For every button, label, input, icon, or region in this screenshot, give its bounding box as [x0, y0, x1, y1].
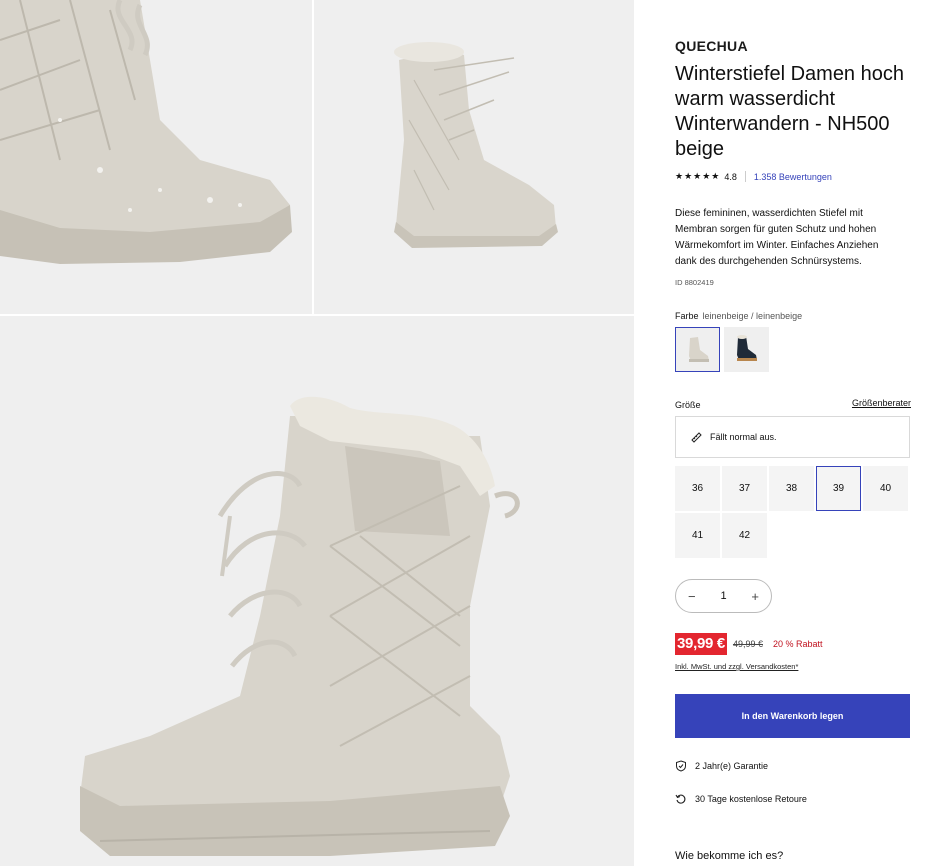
size-option[interactable]: 37	[722, 466, 767, 511]
boot-side-image	[394, 42, 558, 248]
boot-main-image	[80, 396, 520, 856]
size-option[interactable]: 40	[863, 466, 908, 511]
boot-thumbnail-beige	[689, 337, 709, 362]
size-option[interactable]: 38	[769, 466, 814, 511]
size-option-selected[interactable]: 39	[816, 466, 861, 511]
fit-info-box: Fällt normal aus.	[675, 416, 910, 458]
rating-stars-icon: ★★★★★	[675, 171, 721, 181]
size-option[interactable]: 41	[675, 513, 720, 558]
brand-name[interactable]: QUECHUA	[675, 38, 748, 54]
service-returns: 30 Tage kostenlose Retoure	[675, 793, 807, 805]
current-price: 39,99 €	[675, 633, 727, 655]
product-info-panel: QUECHUA Winterstiefel Damen hoch warm wa…	[675, 0, 911, 866]
quantity-value[interactable]: 1	[720, 590, 726, 602]
rating-row: ★★★★★ 4.8 1.358 Bewertungen	[675, 171, 832, 182]
color-swatch-beige[interactable]	[675, 327, 720, 372]
color-row: Farbe leinenbeige / leinenbeige	[675, 311, 802, 321]
returns-text: 30 Tage kostenlose Retoure	[695, 794, 807, 804]
rating-divider	[744, 171, 746, 182]
quantity-stepper: − 1 +	[675, 579, 772, 613]
reviews-link[interactable]: 1.358 Bewertungen	[754, 172, 832, 182]
gallery-image-closeup[interactable]	[0, 0, 312, 314]
product-gallery	[0, 0, 634, 866]
gallery-image-main[interactable]	[0, 316, 634, 866]
size-label: Größe	[675, 400, 701, 410]
color-value: leinenbeige / leinenbeige	[702, 311, 803, 321]
size-guide-link[interactable]: Größenberater	[852, 398, 911, 408]
color-swatch-navy[interactable]	[724, 327, 769, 372]
service-warranty: 2 Jahr(e) Garantie	[675, 760, 768, 772]
quantity-increase-button[interactable]: +	[751, 589, 759, 604]
warranty-text: 2 Jahr(e) Garantie	[695, 761, 769, 771]
quantity-decrease-button[interactable]: −	[688, 589, 696, 604]
product-description: Diese femininen, wasserdichten Stiefel m…	[675, 208, 879, 267]
boot-closeup-image	[0, 0, 292, 264]
delivery-question[interactable]: Wie bekomme ich es?	[675, 850, 783, 862]
rating-value: 4.8	[724, 171, 737, 182]
boot-thumbnail-navy	[737, 335, 757, 361]
ruler-icon	[690, 431, 704, 443]
product-title: Winterstiefel Damen hoch warm wasserdich…	[675, 63, 904, 160]
discount-badge: 20 % Rabatt	[772, 639, 823, 649]
fit-text: Fällt normal aus.	[710, 432, 777, 442]
color-label: Farbe	[675, 311, 699, 321]
product-id: ID 8802419	[675, 278, 714, 287]
add-to-cart-button[interactable]: In den Warenkorb legen	[675, 694, 910, 738]
size-option[interactable]: 36	[675, 466, 720, 511]
shield-check-icon	[676, 760, 686, 772]
size-option[interactable]: 42	[722, 513, 767, 558]
price-row: 39,99 € 49,99 € 20 % Rabatt	[675, 633, 823, 655]
tax-shipping-link[interactable]: Inkl. MwSt. und zzgl. Versandkosten*	[675, 662, 798, 671]
return-arrow-icon	[675, 794, 686, 804]
gallery-image-side[interactable]	[314, 0, 634, 314]
old-price: 49,99 €	[732, 639, 763, 649]
